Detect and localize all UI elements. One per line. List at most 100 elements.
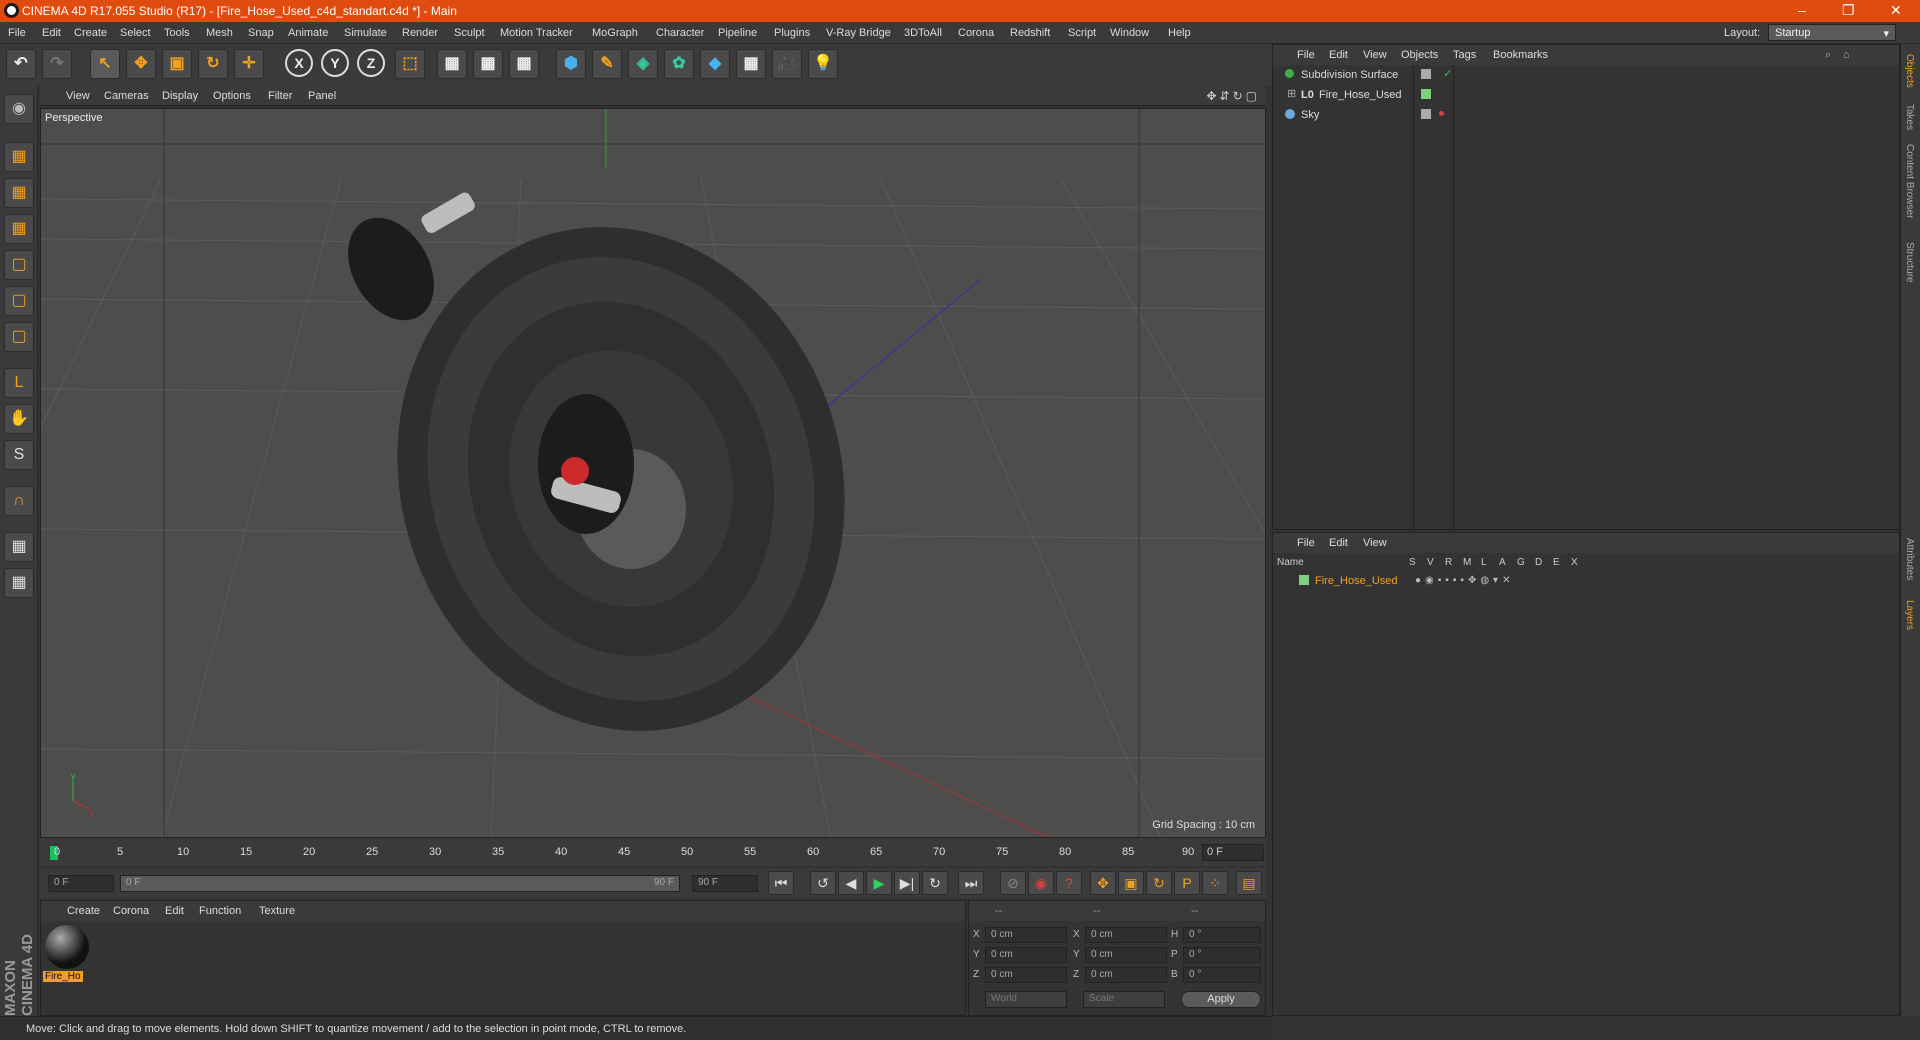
search-icon[interactable]: ⌕ bbox=[1825, 49, 1831, 62]
tab-layers[interactable]: Layers bbox=[1904, 600, 1915, 630]
go-to-end-button[interactable]: ⏭ bbox=[958, 871, 984, 895]
menu-motion-tracker[interactable]: Motion Tracker bbox=[500, 27, 573, 39]
undo-button[interactable]: ↶ bbox=[6, 49, 36, 79]
menu-corona[interactable]: Corona bbox=[958, 27, 994, 39]
menu-help[interactable]: Help bbox=[1168, 27, 1191, 39]
minimize-button[interactable]: – bbox=[1798, 2, 1806, 18]
pen-tool-button[interactable]: ✎ bbox=[592, 49, 622, 79]
enabled-check-icon[interactable]: ✓ bbox=[1443, 67, 1452, 80]
menu-character[interactable]: Character bbox=[656, 27, 704, 39]
menu-redshift[interactable]: Redshift bbox=[1010, 27, 1050, 39]
visibility-dot-icon[interactable] bbox=[1439, 111, 1444, 116]
play-forward-button[interactable]: ▶ bbox=[866, 871, 892, 895]
move-tool-button[interactable]: ✥ bbox=[126, 49, 156, 79]
material-menu-create[interactable]: Create bbox=[67, 905, 100, 917]
viewport-menu-cameras[interactable]: Cameras bbox=[104, 90, 149, 102]
viewport-menu-view[interactable]: View bbox=[66, 90, 90, 102]
material-name[interactable]: Fire_Ho bbox=[43, 971, 83, 982]
menu-snap[interactable]: Snap bbox=[248, 27, 274, 39]
material-thumbnail[interactable] bbox=[45, 925, 89, 969]
viewport-menu-panel[interactable]: Panel bbox=[308, 90, 336, 102]
coord-system-select[interactable]: World bbox=[985, 991, 1067, 1008]
play-backward-button[interactable]: ◀ bbox=[838, 871, 864, 895]
menu-vray-bridge[interactable]: V-Ray Bridge bbox=[826, 27, 891, 39]
tweak-mode-button[interactable]: ✋ bbox=[4, 404, 34, 434]
auto-key-button[interactable]: ? bbox=[1056, 871, 1082, 895]
menu-render[interactable]: Render bbox=[402, 27, 438, 39]
size-z-field[interactable]: 0 cm bbox=[1085, 967, 1167, 983]
tab-attributes[interactable]: Attributes bbox=[1904, 538, 1915, 580]
workplane-mode-button[interactable]: ▦ bbox=[4, 214, 34, 244]
layer-row[interactable]: Fire_Hose_Used ●◉▪▪▪▪✥◍▾✕ bbox=[1275, 573, 1885, 591]
live-selection-button[interactable]: ✛ bbox=[234, 49, 264, 79]
obj-menu-tags[interactable]: Tags bbox=[1453, 49, 1476, 61]
key-rotation-button[interactable]: ↻ bbox=[1146, 871, 1172, 895]
scale-tool-button[interactable]: ▣ bbox=[162, 49, 192, 79]
snap-button[interactable]: S bbox=[4, 440, 34, 470]
select-tool-button[interactable]: ↖ bbox=[90, 49, 120, 79]
viewport-nav-icons[interactable]: ✥⇵↻▢ bbox=[1206, 89, 1260, 103]
record-disabled-button[interactable]: ⊘ bbox=[1000, 871, 1026, 895]
go-to-start-button[interactable]: ⏮ bbox=[768, 871, 794, 895]
layer-menu-file[interactable]: File bbox=[1297, 537, 1315, 549]
deformer-button[interactable]: ◆ bbox=[700, 49, 730, 79]
obj-menu-edit[interactable]: Edit bbox=[1329, 49, 1348, 61]
points-mode-button[interactable]: ▢ bbox=[4, 250, 34, 280]
menu-3dtoall[interactable]: 3DToAll bbox=[904, 27, 942, 39]
camera-button[interactable]: 🎥 bbox=[772, 49, 802, 79]
record-active-button[interactable]: ◉ bbox=[1028, 871, 1054, 895]
tab-objects[interactable]: Objects bbox=[1904, 54, 1915, 88]
obj-menu-objects[interactable]: Objects bbox=[1401, 49, 1438, 61]
menu-plugins[interactable]: Plugins bbox=[774, 27, 810, 39]
menu-create[interactable]: Create bbox=[74, 27, 107, 39]
render-settings-button[interactable]: ▦ bbox=[509, 49, 539, 79]
previous-key-button[interactable]: ↺ bbox=[810, 871, 836, 895]
layer-menu-view[interactable]: View bbox=[1363, 537, 1387, 549]
expand-icon[interactable]: ⊞ bbox=[1287, 87, 1296, 100]
key-parameter-button[interactable]: P bbox=[1174, 871, 1200, 895]
render-picture-viewer-button[interactable]: ▦ bbox=[473, 49, 503, 79]
edges-mode-button[interactable]: ▢ bbox=[4, 286, 34, 316]
layer-name[interactable]: Fire_Hose_Used bbox=[1315, 575, 1398, 587]
material-menu-corona[interactable]: Corona bbox=[113, 905, 149, 917]
viewport-menu-display[interactable]: Display bbox=[162, 90, 198, 102]
menu-select[interactable]: Select bbox=[120, 27, 151, 39]
menu-simulate[interactable]: Simulate bbox=[344, 27, 387, 39]
size-y-field[interactable]: 0 cm bbox=[1085, 947, 1167, 963]
timeline-window-button[interactable]: ▤ bbox=[1236, 871, 1262, 895]
restore-button[interactable]: ❐ bbox=[1842, 2, 1855, 19]
object-row[interactable]: ⊞ L0 Fire_Hose_Used bbox=[1275, 87, 1885, 105]
rotation-p-field[interactable]: 0 ° bbox=[1183, 947, 1261, 963]
timeline[interactable]: 0 5 10 15 20 25 30 35 40 45 50 55 60 65 … bbox=[40, 838, 1266, 866]
key-pla-button[interactable]: ⁘ bbox=[1202, 871, 1228, 895]
position-z-field[interactable]: 0 cm bbox=[985, 967, 1067, 983]
position-y-field[interactable]: 0 cm bbox=[985, 947, 1067, 963]
rotate-tool-button[interactable]: ↻ bbox=[198, 49, 228, 79]
menu-file[interactable]: File bbox=[8, 27, 26, 39]
menu-script[interactable]: Script bbox=[1068, 27, 1096, 39]
size-x-field[interactable]: 0 cm bbox=[1085, 927, 1167, 943]
light-button[interactable]: 💡 bbox=[808, 49, 838, 79]
start-frame-field[interactable]: 0 F bbox=[48, 875, 114, 892]
subdivision-button[interactable]: ◈ bbox=[628, 49, 658, 79]
layout-select[interactable]: Startup ▾ bbox=[1768, 24, 1896, 41]
key-position-button[interactable]: ✥ bbox=[1090, 871, 1116, 895]
range-slider[interactable]: 0 F 90 F bbox=[120, 875, 680, 892]
menu-edit[interactable]: Edit bbox=[42, 27, 61, 39]
apply-button[interactable]: Apply bbox=[1181, 991, 1261, 1008]
current-frame-field[interactable]: 0 F bbox=[1202, 844, 1264, 861]
redo-button[interactable]: ↷ bbox=[42, 49, 72, 79]
lock-workplane-button[interactable]: ▦ bbox=[4, 532, 34, 562]
y-axis-button[interactable]: Y bbox=[321, 49, 349, 77]
axis-mode-button[interactable]: L bbox=[4, 368, 34, 398]
menu-animate[interactable]: Animate bbox=[288, 27, 328, 39]
layer-color-swatch[interactable] bbox=[1299, 575, 1309, 585]
coord-mode-select[interactable]: Scale bbox=[1083, 991, 1165, 1008]
layer-toggle-icons[interactable]: ●◉▪▪▪▪✥◍▾✕ bbox=[1415, 575, 1514, 586]
timeline-ruler[interactable]: 0 5 10 15 20 25 30 35 40 45 50 55 60 65 … bbox=[44, 840, 1194, 864]
rotation-h-field[interactable]: 0 ° bbox=[1183, 927, 1261, 943]
object-row[interactable]: Sky bbox=[1275, 107, 1885, 125]
obj-menu-bookmarks[interactable]: Bookmarks bbox=[1493, 49, 1548, 61]
z-axis-button[interactable]: Z bbox=[357, 49, 385, 77]
make-editable-button[interactable]: ◉ bbox=[4, 94, 34, 124]
